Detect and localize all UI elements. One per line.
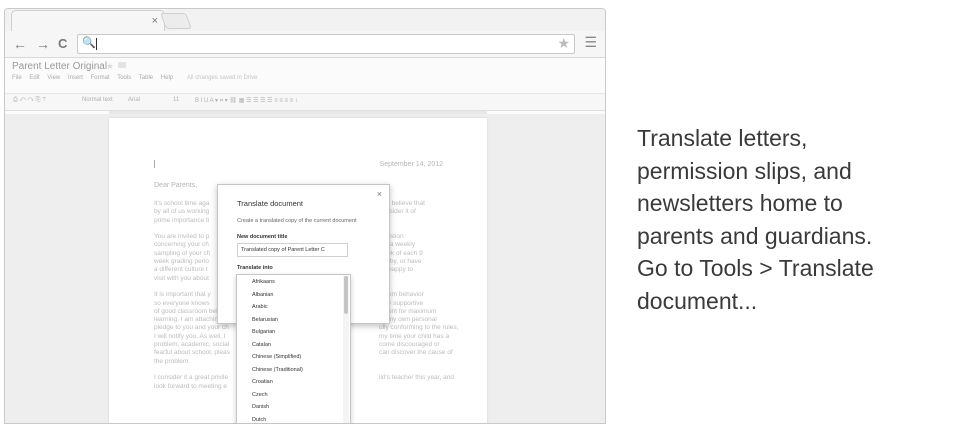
forward-arrow-icon[interactable]: → bbox=[36, 35, 50, 53]
caption-line: Go to Tools > Translate bbox=[637, 255, 874, 281]
letter-line: my time your child has a bbox=[379, 332, 450, 340]
language-option[interactable]: Danish bbox=[252, 404, 269, 410]
letter-greeting: Dear Parents, bbox=[154, 182, 198, 189]
dialog-title: Translate document bbox=[237, 199, 304, 208]
caption-line: Translate letters, bbox=[637, 125, 808, 151]
docs-header: Parent Letter Original ★ File Edit View … bbox=[5, 58, 605, 114]
caption-line: newsletters home to bbox=[637, 190, 843, 216]
scrollbar-thumb[interactable] bbox=[344, 276, 348, 314]
docs-menu-bar: File Edit View Insert Format Tools Table… bbox=[12, 75, 264, 81]
text-caret bbox=[96, 38, 97, 50]
star-icon[interactable]: ★ bbox=[106, 61, 114, 72]
menu-format[interactable]: Format bbox=[91, 75, 110, 81]
menu-view[interactable]: View bbox=[47, 75, 60, 81]
language-option[interactable]: Belarusian bbox=[252, 317, 278, 323]
language-option[interactable]: Chinese (Traditional) bbox=[252, 367, 303, 373]
address-bar[interactable]: 🔍 ★ bbox=[77, 34, 575, 54]
browser-toolbar: ← → C 🔍 ★ ☰ bbox=[5, 31, 605, 58]
style-select[interactable]: Normal text bbox=[82, 97, 113, 103]
close-icon[interactable]: × bbox=[377, 189, 382, 199]
language-option[interactable]: Czech bbox=[252, 392, 268, 398]
letter-date: September 14, 2012 bbox=[379, 161, 443, 168]
language-option[interactable]: Chinese (Simplified) bbox=[252, 354, 301, 360]
font-select[interactable]: Arial bbox=[128, 97, 140, 103]
save-status: All changes saved in Drive bbox=[186, 75, 258, 81]
letter-line: ully conforming to the rules, bbox=[379, 324, 459, 332]
caption-line: parents and guardians. bbox=[637, 222, 873, 249]
language-option[interactable]: Albanian bbox=[252, 292, 273, 298]
caption-line: document... bbox=[637, 287, 758, 314]
menu-insert[interactable]: Insert bbox=[68, 75, 83, 81]
caption-text: Translate letters, permission slips, and n… bbox=[637, 122, 937, 317]
formatting-icons[interactable]: B I U A ▾ ⌗ ▾ ⛓ ▦ ☰ ☰ ☰ ☰ ≡ ≡ ≡ ≡ ↕ bbox=[195, 97, 298, 105]
caption-line: permission slips, and bbox=[637, 157, 852, 184]
menu-file[interactable]: File bbox=[12, 75, 22, 81]
document-title[interactable]: Parent Letter Original bbox=[12, 61, 107, 72]
new-title-input[interactable]: Translated copy of Parent Letter C bbox=[237, 243, 348, 257]
new-tab-button[interactable] bbox=[160, 13, 192, 29]
text-cursor bbox=[154, 160, 155, 168]
language-option[interactable]: Catalan bbox=[252, 342, 271, 348]
language-option[interactable]: Bulgarian bbox=[252, 329, 275, 335]
language-option[interactable]: Afrikaans bbox=[252, 279, 275, 285]
menu-edit[interactable]: Edit bbox=[29, 75, 39, 81]
language-option[interactable]: Croatian bbox=[252, 379, 273, 385]
print-icon[interactable]: ⎙ ↶ ↷ ⎘ ⊤ bbox=[13, 97, 46, 104]
search-icon: 🔍 bbox=[82, 37, 96, 49]
tab-close-icon[interactable]: × bbox=[152, 14, 158, 28]
letter-line: come discouraged or bbox=[379, 341, 440, 349]
language-option[interactable]: Arabic bbox=[252, 304, 268, 310]
language-option[interactable]: Dutch bbox=[252, 417, 266, 423]
letter-line: can discover the cause of bbox=[379, 349, 453, 357]
menu-table[interactable]: Table bbox=[139, 75, 153, 81]
dialog-subtitle: Create a translated copy of the current … bbox=[237, 218, 357, 224]
folder-icon[interactable] bbox=[118, 62, 126, 68]
menu-help[interactable]: Help bbox=[161, 75, 173, 81]
browser-menu-icon[interactable]: ☰ bbox=[584, 34, 597, 51]
letter-line: ild's teacher this year, and bbox=[379, 374, 454, 382]
menu-tools[interactable]: Tools bbox=[117, 75, 131, 81]
letter-line bbox=[379, 366, 445, 374]
letter-line bbox=[379, 358, 445, 366]
font-size-select[interactable]: 11 bbox=[173, 97, 179, 103]
ruler bbox=[109, 111, 487, 114]
bookmark-star-icon[interactable]: ★ bbox=[557, 35, 570, 52]
language-dropdown[interactable]: Afrikaans Albanian Arabic Belarusian Bulgari… bbox=[236, 274, 351, 424]
format-toolbar: ⎙ ↶ ↷ ⎘ ⊤ Normal text Arial 11 B I U A ▾… bbox=[5, 93, 605, 111]
translate-into-label: Translate into bbox=[237, 265, 273, 271]
tab-strip: × bbox=[5, 9, 605, 32]
new-title-label: New document title bbox=[237, 234, 288, 240]
browser-tab[interactable]: × bbox=[11, 10, 165, 32]
back-arrow-icon[interactable]: ← bbox=[13, 35, 27, 53]
reload-icon[interactable]: C bbox=[58, 35, 67, 53]
letter-line bbox=[379, 383, 445, 391]
